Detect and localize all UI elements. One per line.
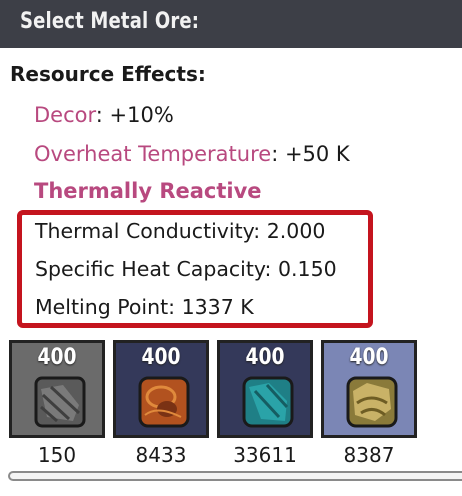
specific-heat-text: Specific Heat Capacity: 0.150 <box>35 257 337 281</box>
aluminum-ore-icon <box>242 376 294 428</box>
ore-count-2: 8433 <box>135 443 187 467</box>
gold-amalgam-icon <box>346 376 398 428</box>
ore-card-1[interactable]: 400 <box>9 340 105 438</box>
decor-value: : +10% <box>95 103 174 127</box>
overheat-effect: Overheat Temperature: +50 K <box>34 142 350 166</box>
resource-effects-heading: Resource Effects: <box>10 62 206 86</box>
ore-count-4: 8387 <box>343 443 395 467</box>
overheat-value: : +50 K <box>271 142 350 166</box>
decor-effect: Decor: +10% <box>34 103 174 127</box>
ore-card-2[interactable]: 400 <box>113 340 209 438</box>
page-title: Select Metal Ore: <box>20 9 200 34</box>
horizontal-scrollbar[interactable] <box>8 471 462 481</box>
ore-count-3: 33611 <box>233 443 297 467</box>
ore-amount: 400 <box>141 345 181 370</box>
ore-card-4[interactable]: 400 <box>321 340 417 438</box>
ore-amount: 400 <box>37 345 77 370</box>
copper-ore-icon <box>138 376 190 428</box>
melting-point-text: Melting Point: 1337 K <box>35 295 254 319</box>
ore-count-1: 150 <box>37 443 77 467</box>
ore-amount: 400 <box>349 345 389 370</box>
raw-metal-ore-icon <box>34 376 86 428</box>
ore-card-3[interactable]: 400 <box>217 340 313 438</box>
thermal-conductivity-text: Thermal Conductivity: 2.000 <box>35 219 326 243</box>
header-bar: Select Metal Ore: <box>0 0 462 48</box>
decor-link[interactable]: Decor <box>34 103 96 127</box>
ore-amount: 400 <box>245 345 285 370</box>
overheat-link[interactable]: Overheat Temperature <box>34 142 271 166</box>
thermally-reactive-link[interactable]: Thermally Reactive <box>34 179 262 203</box>
